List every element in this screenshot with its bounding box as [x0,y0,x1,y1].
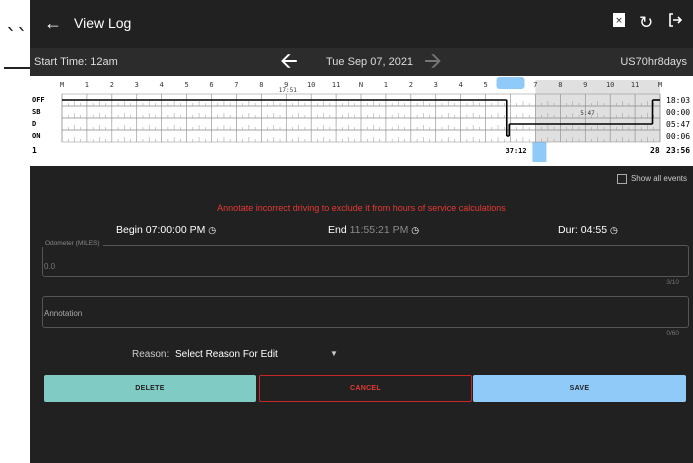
save-button[interactable]: SAVE [473,375,686,402]
cycle-rule: US70hr8days [620,56,687,68]
clock-icon: ◷ [208,225,217,235]
date-bar: Start Time: 12am 🡨 Tue Sep 07, 2021 🡪 US… [30,48,693,76]
hour-tick-label: 7 [234,81,238,89]
annotation-placeholder: Annotation [44,309,83,318]
begin-value: 07:00:00 PM [145,224,206,236]
start-time-label: Start Time: 12am [34,56,118,68]
reason-select[interactable]: Select Reason For Edit [175,349,278,360]
hour-tick-label: 4 [160,81,164,89]
stray-text: `` [6,26,28,51]
hour-tick-label: 8 [259,81,263,89]
hour-tick-label: 5 [184,81,188,89]
svg-text:×: × [615,16,623,26]
log-graph-svg[interactable]: M1234567891011N1234519:007891011MOFF18:0… [30,76,693,166]
hour-tick-label: 10 [307,81,315,89]
status-label: SB [32,108,40,116]
back-arrow-icon[interactable]: ← [44,13,62,33]
show-all-events-label: Show all events [630,174,687,184]
hour-tick-label: 5 [483,81,487,89]
annotation-counter: 0/60 [666,330,679,337]
annotation-input[interactable] [42,296,689,328]
odometer-counter: 3/10 [666,279,679,286]
cancel-button[interactable]: CANCEL [259,375,472,402]
status-label: D [32,120,36,128]
end-value: 11:55:21 PM [349,224,409,236]
pdf-export-icon[interactable]: × [612,12,626,34]
hour-tick-label: 11 [631,81,639,89]
bottom-mid-count: 37:12 [506,147,527,155]
hour-tick-label: N [359,81,363,89]
end-time-field[interactable]: End 11:55:21 PM ◷ [328,224,419,236]
logout-icon[interactable] [667,12,683,34]
grand-total: 23:56 [666,146,690,155]
warning-message: Annotate incorrect driving to exclude it… [217,203,506,213]
begin-time-field[interactable]: Begin 07:00:00 PM ◷ [116,224,216,236]
duration-field[interactable]: Dur: 04:55 ◷ [558,224,618,236]
hour-tick-label: 1 [384,81,388,89]
hour-tick-label: M [60,81,64,89]
page-margin: `` [0,0,44,463]
top-app-bar: ← View Log × ↻ [30,0,693,48]
reason-label: Reason: [132,349,170,360]
hour-tick-label: 8 [558,81,562,89]
begin-label: Begin [116,224,143,236]
hour-tick-label: 9 [583,81,587,89]
next-day-arrow-icon[interactable]: 🡪 [424,50,442,72]
selection-highlight [535,80,660,142]
page-title: View Log [74,15,132,31]
highlight-label: 5:47 [580,110,595,117]
delete-button[interactable]: DELETE [44,375,256,402]
hour-tick-label: 10 [606,81,614,89]
current-time-badge [496,77,525,89]
log-graph[interactable]: M1234567891011N1234519:007891011MOFF18:0… [30,76,693,166]
bottom-right-count: 28 [650,146,660,155]
hour-tick-label: 1 [85,81,89,89]
hour-tick-label: 2 [409,81,413,89]
show-all-events-toggle[interactable]: Show all events [616,174,687,184]
app-window: ← View Log × ↻ Start Time: 12am 🡨 Tue Se… [30,0,693,463]
refresh-icon[interactable]: ↻ [639,12,653,34]
hour-tick-label: 6 [209,81,213,89]
dur-label: Dur: [558,224,578,236]
hour-tick-label: 3 [135,81,139,89]
hour-tick-label: 7 [533,81,537,89]
clock-icon: ◷ [609,225,618,235]
hour-tick-label: 3 [434,81,438,89]
status-total: 00:06 [666,132,690,141]
hour-tick-label: 11 [332,81,340,89]
previous-day-arrow-icon[interactable]: 🡨 [280,50,298,72]
log-date: Tue Sep 07, 2021 [326,56,414,68]
checkbox-icon[interactable] [616,174,627,184]
status-label: ON [32,132,40,140]
chevron-down-icon[interactable]: ▼ [330,349,338,358]
status-total: 05:47 [666,120,690,129]
time-marker-handle [532,142,547,162]
odometer-value: 0.0 [44,262,56,271]
segment-label: 17:51 [279,87,297,94]
dur-value: 04:55 [580,224,608,236]
edit-form: Show all events Annotate incorrect drivi… [30,166,693,463]
hour-tick-label: 4 [459,81,463,89]
odometer-label: Odometer (MILES) [42,240,103,247]
hour-tick-label: 2 [110,81,114,89]
end-label: End [328,224,347,236]
status-total: 00:00 [666,108,690,117]
status-label: OFF [32,96,45,104]
odometer-input[interactable] [42,245,689,277]
clock-icon: ◷ [411,225,420,235]
hour-tick-label: M [658,81,662,89]
status-total: 18:03 [666,96,690,105]
bottom-left-count: 1 [32,146,37,155]
